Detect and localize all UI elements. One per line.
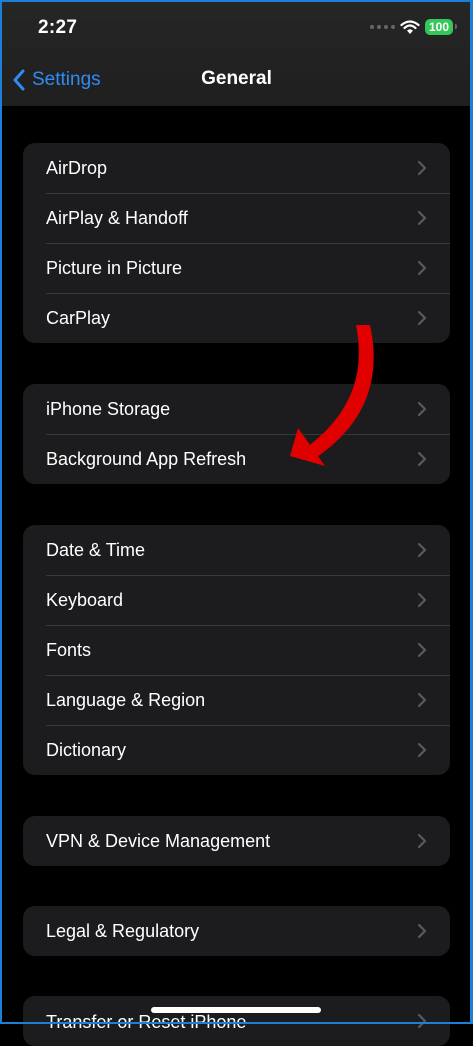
annotation-arrow: [290, 325, 374, 466]
home-indicator[interactable]: [151, 1007, 321, 1013]
annotation-arrow-shaft: [306, 325, 374, 459]
